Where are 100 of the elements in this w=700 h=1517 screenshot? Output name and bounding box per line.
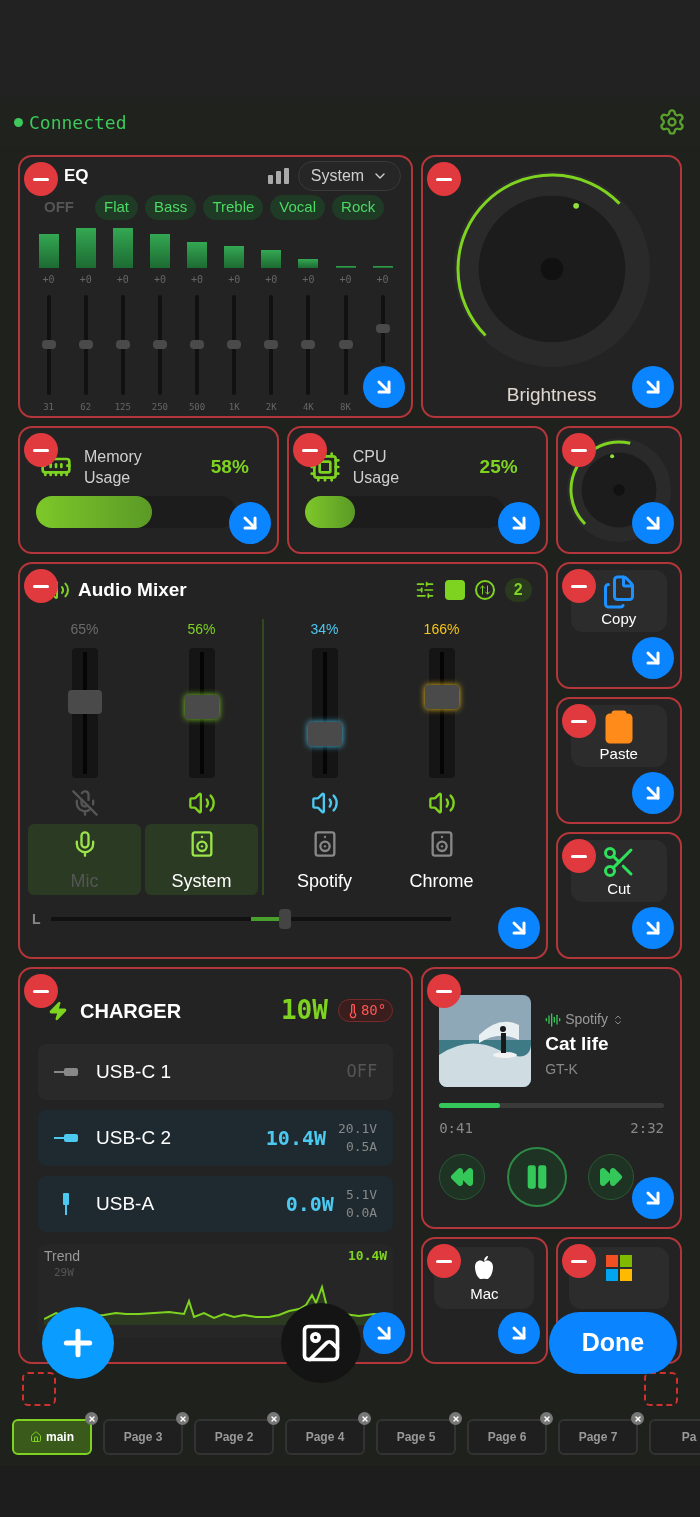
page-tab[interactable]: Pa [649, 1419, 700, 1455]
balance-slider[interactable] [50, 909, 451, 929]
resize-button[interactable] [363, 1312, 406, 1354]
remove-button[interactable] [24, 974, 58, 1008]
eq-slider[interactable] [41, 294, 56, 395]
rewind-button[interactable] [439, 1154, 486, 1200]
fader-thumb[interactable] [67, 689, 102, 714]
preset-chip[interactable]: Flat [95, 195, 138, 220]
slider-thumb[interactable] [152, 340, 167, 349]
close-tab-button[interactable] [176, 1412, 189, 1425]
minus-icon [570, 448, 587, 452]
resize-button[interactable] [632, 1177, 674, 1219]
resize-button[interactable] [497, 907, 540, 949]
sliders-icon[interactable] [414, 580, 435, 601]
fader-thumb[interactable] [424, 684, 459, 709]
eq-slider[interactable] [227, 294, 242, 395]
app-label[interactable]: Mac [470, 1285, 499, 1303]
eq-title: EQ [64, 165, 89, 188]
remove-button[interactable] [427, 162, 462, 196]
trend-value: 10.4W [348, 1247, 388, 1265]
resize-button[interactable] [632, 502, 674, 544]
eq-slider[interactable] [375, 294, 390, 363]
preset-chip[interactable]: Treble [203, 195, 264, 220]
close-icon [269, 1414, 278, 1423]
settings-icon[interactable] [658, 108, 686, 136]
page-tab[interactable]: Page 4 [285, 1419, 365, 1455]
resize-button[interactable] [632, 907, 674, 949]
shortcut-label[interactable]: Paste [599, 745, 638, 763]
close-tab-button[interactable] [449, 1412, 462, 1425]
remove-button[interactable] [427, 1244, 462, 1278]
eq-slider[interactable] [264, 294, 279, 395]
remove-button[interactable] [24, 162, 58, 196]
eq-slider[interactable] [115, 294, 130, 395]
eq-slider[interactable] [78, 294, 93, 395]
slider-thumb[interactable] [115, 340, 130, 349]
slider-thumb[interactable] [190, 340, 205, 349]
dial-knob[interactable] [451, 169, 652, 369]
preset-chip[interactable]: Vocal [270, 195, 326, 220]
fast-forward-button[interactable] [588, 1154, 634, 1200]
fader-thumb[interactable] [307, 721, 342, 746]
remove-button[interactable] [561, 569, 596, 603]
minus-icon [33, 448, 49, 452]
remove-button[interactable] [427, 974, 462, 1008]
remove-button[interactable] [561, 433, 596, 467]
remove-button[interactable] [561, 1244, 596, 1278]
shortcut-label[interactable]: Cut [607, 880, 631, 898]
page-tab[interactable]: Page 7 [558, 1419, 638, 1455]
page-tab[interactable]: Page 6 [467, 1419, 547, 1455]
balance-thumb[interactable] [278, 909, 291, 929]
eq-slider[interactable] [301, 294, 316, 395]
remove-button[interactable] [292, 433, 327, 467]
page-tab[interactable]: main [12, 1419, 92, 1455]
channel-tile[interactable]: System [145, 823, 258, 895]
media-source[interactable]: Spotify [565, 1009, 608, 1030]
close-tab-button[interactable] [540, 1412, 553, 1425]
close-tab-button[interactable] [85, 1412, 98, 1425]
close-tab-button[interactable] [358, 1412, 371, 1425]
resize-button[interactable] [632, 366, 674, 408]
resize-button[interactable] [228, 502, 271, 544]
channel-name: Chrome [409, 869, 474, 893]
eq-slider[interactable] [190, 294, 205, 395]
usage-label: Memory Usage [84, 447, 143, 488]
resize-button[interactable] [363, 366, 406, 408]
remove-button[interactable] [561, 839, 596, 873]
connection-status: Connected [29, 110, 127, 135]
eq-slider[interactable] [338, 294, 353, 395]
eq-slider[interactable] [152, 294, 167, 395]
slider-thumb[interactable] [264, 340, 279, 349]
channel-tile[interactable]: Spotify [268, 823, 381, 895]
resize-button[interactable] [497, 1312, 540, 1354]
remove-button[interactable] [24, 569, 58, 603]
slider-thumb[interactable] [301, 340, 316, 349]
fader-thumb[interactable] [184, 695, 219, 720]
charger-title: CHARGER [80, 998, 182, 1024]
page-tab[interactable]: Page 2 [194, 1419, 274, 1455]
slider-thumb[interactable] [41, 340, 56, 349]
frequency-label: 62 [80, 400, 92, 414]
close-tab-button[interactable] [631, 1412, 644, 1425]
swap-icon[interactable] [474, 580, 495, 601]
device-dropdown[interactable]: System [297, 161, 402, 191]
shortcut-label[interactable]: Copy [601, 610, 637, 628]
page-tab[interactable]: Page 3 [103, 1419, 183, 1455]
channel-tile[interactable]: Chrome [385, 823, 498, 895]
slider-thumb[interactable] [375, 324, 390, 333]
slider-thumb[interactable] [78, 340, 93, 349]
remove-button[interactable] [24, 433, 58, 467]
resize-button[interactable] [632, 637, 674, 679]
preset-chip[interactable]: Bass [145, 195, 197, 220]
slider-thumb[interactable] [338, 340, 353, 349]
remove-button[interactable] [561, 704, 596, 738]
resize-button[interactable] [632, 772, 674, 814]
preset-chip[interactable]: Rock [332, 195, 385, 220]
resize-button[interactable] [497, 502, 540, 544]
close-tab-button[interactable] [267, 1412, 280, 1425]
channel-name: Spotify [297, 869, 352, 893]
progress-track[interactable] [439, 1103, 664, 1108]
page-tab[interactable]: Page 5 [376, 1419, 456, 1455]
done-button[interactable]: Done [549, 1312, 677, 1374]
slider-thumb[interactable] [227, 340, 242, 349]
usage-value: 25% [479, 454, 518, 479]
